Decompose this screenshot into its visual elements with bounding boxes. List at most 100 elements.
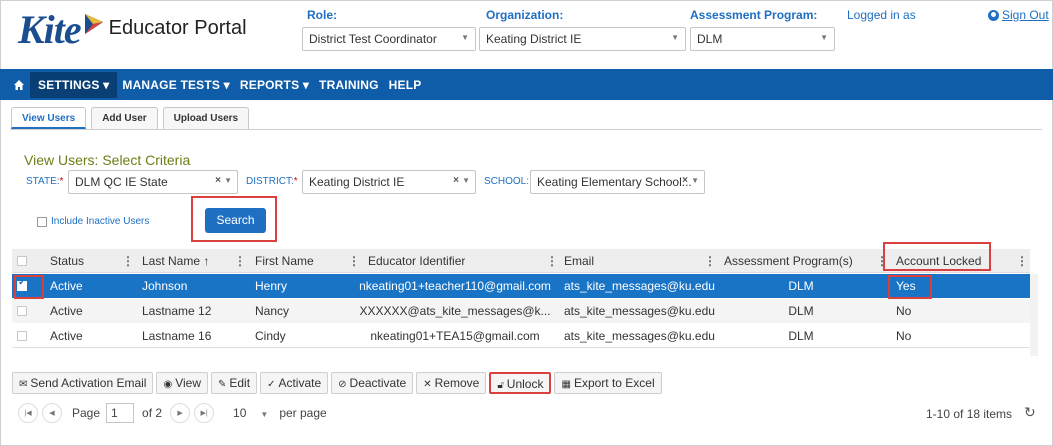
cell-status: Active xyxy=(50,304,83,318)
cell-email: ats_kite_messages@ku.edu xyxy=(564,329,715,343)
district-select[interactable]: Keating District IE × ▼ xyxy=(302,170,476,194)
items-info: 1-10 of 18 items xyxy=(926,407,1013,421)
first-page-icon[interactable]: |◀ xyxy=(18,403,38,423)
chevron-down-icon: ▼ xyxy=(461,33,469,42)
assessment-program-value: DLM xyxy=(697,32,723,46)
chevron-down-icon: ▼ xyxy=(224,176,232,185)
cell-first-name: Nancy xyxy=(255,304,290,318)
view-button[interactable]: ◉ View xyxy=(156,372,208,394)
column-status[interactable]: Status xyxy=(50,249,84,273)
tab-upload-users[interactable]: Upload Users xyxy=(162,107,250,129)
column-assessment-programs[interactable]: Assessment Program(s) xyxy=(724,249,853,273)
assessment-program-label: Assessment Program: xyxy=(690,8,818,22)
spreadsheet-icon: ▦ xyxy=(561,379,571,390)
nav-help[interactable]: HELP xyxy=(384,72,427,98)
header: Kite Educator Portal Role: District Test… xyxy=(0,0,1053,68)
next-page-icon[interactable]: ▶ xyxy=(170,403,191,423)
role-label: Role: xyxy=(307,8,337,22)
table-row[interactable]: Active Lastname 16 Cindy nkeating01+TEA1… xyxy=(12,324,1030,348)
column-menu-icon[interactable]: ⋮ xyxy=(546,249,558,273)
row-checkbox-highlight-box xyxy=(14,275,44,299)
nav-reports[interactable]: REPORTS ▾ xyxy=(235,72,314,98)
grid-scrollbar[interactable] xyxy=(1030,274,1038,356)
role-select[interactable]: District Test Coordinator ▼ xyxy=(302,27,476,51)
table-row[interactable]: Active Johnson Henry nkeating01+teacher1… xyxy=(12,274,1030,298)
select-all-checkbox[interactable] xyxy=(17,256,27,266)
cell-first-name: Cindy xyxy=(255,329,286,343)
include-inactive-checkbox[interactable]: Include Inactive Users xyxy=(37,216,149,227)
main-nav: SETTINGS ▾ MANAGE TESTS ▾ REPORTS ▾ TRAI… xyxy=(0,69,1053,100)
chevron-down-icon: ▼ xyxy=(462,176,470,185)
chevron-down-icon: ▼ xyxy=(691,176,699,185)
export-to-excel-button[interactable]: ▦ Export to Excel xyxy=(554,372,662,394)
cell-educator-identifier: XXXXXX@ats_kite_messages@k... xyxy=(359,304,551,318)
per-page-label: per page xyxy=(279,406,327,420)
assessment-program-select[interactable]: DLM ▼ xyxy=(690,27,835,51)
portal-name: Educator Portal xyxy=(108,17,247,39)
tab-view-users[interactable]: View Users xyxy=(11,107,87,129)
kite-logo[interactable]: Kite Educator Portal xyxy=(18,10,247,50)
cell-status: Active xyxy=(50,279,83,293)
eye-icon: ◉ xyxy=(163,379,173,390)
edit-button[interactable]: ✎ Edit xyxy=(210,372,258,394)
unlock-button[interactable]: 🔓︎ Unlock xyxy=(489,372,552,394)
checkbox-box[interactable] xyxy=(37,216,47,227)
column-menu-icon[interactable]: ⋮ xyxy=(704,249,716,273)
search-button[interactable]: Search xyxy=(205,208,266,233)
tab-divider xyxy=(10,129,1042,130)
deactivate-button[interactable]: ⊘ Deactivate xyxy=(331,372,414,394)
send-activation-email-button[interactable]: ✉ Send Activation Email xyxy=(12,372,154,394)
clear-icon[interactable]: × xyxy=(215,175,221,186)
cell-last-name: Johnson xyxy=(142,279,188,293)
nav-manage-tests[interactable]: MANAGE TESTS ▾ xyxy=(117,72,235,98)
remove-button[interactable]: ✕ Remove xyxy=(416,372,487,394)
row-checkbox[interactable] xyxy=(17,306,27,316)
logged-in-label: Logged in as xyxy=(847,8,916,22)
kite-flag-icon xyxy=(84,14,103,34)
last-page-icon[interactable]: ▶| xyxy=(194,403,215,423)
nav-settings[interactable]: SETTINGS ▾ xyxy=(30,71,118,98)
column-first-name[interactable]: First Name xyxy=(255,249,314,273)
activate-button[interactable]: ✓ Activate xyxy=(260,372,329,394)
clear-icon[interactable]: × xyxy=(682,175,688,186)
locked-yes-highlight-box xyxy=(888,275,932,299)
column-last-name[interactable]: Last Name ↑ xyxy=(142,249,209,273)
cell-educator-identifier: nkeating01+teacher110@gmail.com xyxy=(359,279,551,293)
envelope-icon: ✉ xyxy=(19,379,28,390)
cell-last-name: Lastname 16 xyxy=(142,329,212,343)
previous-page-icon[interactable]: ◀ xyxy=(42,403,62,423)
user-icon xyxy=(988,9,999,21)
district-select-value: Keating District IE xyxy=(309,175,405,189)
action-toolbar: ✉ Send Activation Email ◉ View ✎ Edit ✓ Acti… xyxy=(12,372,662,394)
column-email[interactable]: Email xyxy=(564,249,594,273)
nav-training[interactable]: TRAINING xyxy=(314,72,384,98)
home-icon xyxy=(14,79,24,90)
prohibited-icon: ⊘ xyxy=(338,379,347,390)
school-select[interactable]: Keating Elementary School... × ▼ xyxy=(530,170,705,194)
school-label: SCHOOL: xyxy=(484,176,530,187)
refresh-icon[interactable]: ↻ xyxy=(1024,404,1036,421)
cell-email: ats_kite_messages@ku.edu xyxy=(564,279,715,293)
unlock-icon: 🔓︎ xyxy=(497,380,504,391)
tab-add-user[interactable]: Add User xyxy=(91,107,158,129)
column-educator-identifier[interactable]: Educator Identifier xyxy=(368,249,465,273)
cell-status: Active xyxy=(50,329,83,343)
table-row[interactable]: Active Lastname 12 Nancy XXXXXX@ats_kite… xyxy=(12,299,1030,323)
row-checkbox[interactable] xyxy=(17,331,27,341)
home-button[interactable] xyxy=(8,74,30,96)
column-menu-icon[interactable]: ⋮ xyxy=(234,249,246,273)
page-input[interactable]: 1 xyxy=(106,403,135,423)
sign-out-link[interactable]: Sign Out xyxy=(988,8,1049,22)
organization-label: Organization: xyxy=(486,8,564,22)
sign-out-label: Sign Out xyxy=(1002,8,1049,22)
page-size-select[interactable]: 10 ▼ xyxy=(228,403,274,423)
cell-account-locked: No xyxy=(896,304,912,318)
clear-icon[interactable]: × xyxy=(453,175,459,186)
column-menu-icon[interactable]: ⋮ xyxy=(348,249,360,273)
state-select[interactable]: DLM QC IE State × ▼ xyxy=(68,170,238,194)
column-menu-icon[interactable]: ⋮ xyxy=(122,249,134,273)
cell-assessment-program: DLM xyxy=(788,279,814,293)
pencil-icon: ✎ xyxy=(217,379,227,390)
column-menu-icon[interactable]: ⋮ xyxy=(1016,249,1028,273)
organization-select[interactable]: Keating District IE ▼ xyxy=(479,27,686,51)
